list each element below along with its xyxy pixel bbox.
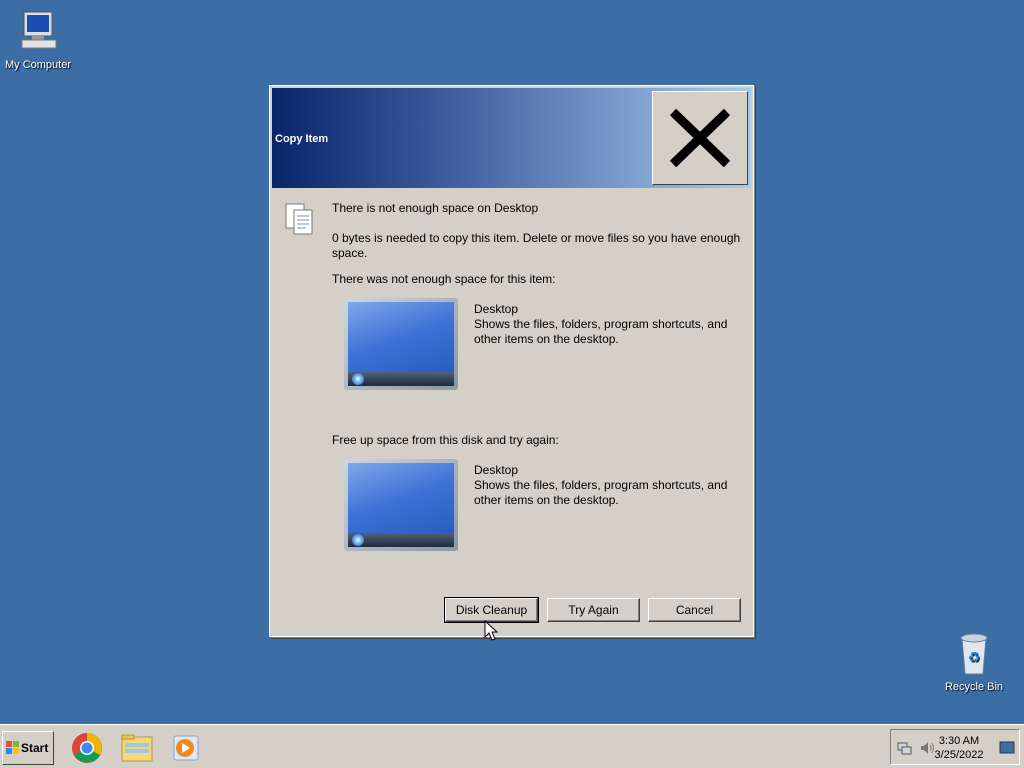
clock-date: 3/25/2022 — [934, 749, 984, 761]
try-again-button[interactable]: Try Again — [547, 598, 640, 622]
item2-name: Desktop — [474, 463, 519, 477]
taskbar: Start 3:30 AM 3/25/2022 — [0, 724, 1024, 768]
close-button[interactable] — [652, 91, 748, 185]
desktop-icon-recycle-bin[interactable]: ♻ Recycle Bin — [934, 630, 1014, 693]
headline-text: There is not enough space on Desktop — [332, 201, 539, 215]
copy-item-dialog: Copy Item There is not enough space on D… — [269, 85, 754, 637]
clock-time: 3:30 AM — [938, 735, 980, 747]
start-button[interactable]: Start — [2, 731, 54, 765]
start-label: Start — [21, 741, 49, 755]
item2-thumbnail — [344, 459, 458, 551]
recycle-bin-label: Recycle Bin — [944, 681, 1004, 693]
system-tray: 3:30 AM 3/25/2022 — [890, 729, 1020, 765]
network-icon[interactable] — [897, 740, 913, 756]
windows-logo-icon — [6, 741, 19, 754]
title-bar[interactable]: Copy Item — [272, 88, 751, 188]
cancel-button[interactable]: Cancel — [648, 598, 741, 622]
show-desktop-icon[interactable] — [999, 741, 1015, 755]
windows-orb-icon — [352, 373, 364, 385]
section2-label: Free up space from this disk and try aga… — [332, 433, 559, 447]
disk-cleanup-button[interactable]: Disk Cleanup — [444, 597, 539, 623]
item2-description: Shows the files, folders, program shortc… — [474, 478, 728, 507]
section1-label: There was not enough space for this item… — [332, 272, 556, 286]
desktop-icon-my-computer[interactable]: My Computer — [0, 8, 78, 71]
detail-text: 0 bytes is needed to copy this item. Del… — [332, 231, 741, 260]
copy-documents-icon — [285, 203, 313, 235]
file-explorer-icon[interactable] — [120, 731, 154, 765]
computer-icon — [21, 11, 57, 49]
windows-orb-icon — [352, 534, 364, 546]
recycle-bin-icon: ♻ — [960, 633, 988, 675]
close-icon — [669, 108, 731, 168]
media-player-icon[interactable] — [168, 731, 202, 765]
mouse-pointer-icon — [484, 620, 498, 641]
clock[interactable]: 3:30 AM 3/25/2022 — [929, 734, 989, 762]
item1-name: Desktop — [474, 302, 519, 316]
item1-description: Shows the files, folders, program shortc… — [474, 317, 728, 346]
my-computer-label: My Computer — [4, 59, 72, 71]
item1-thumbnail — [344, 298, 458, 390]
svg-text:♻: ♻ — [968, 650, 981, 666]
dialog-title: Copy Item — [275, 133, 329, 145]
chrome-icon[interactable] — [70, 731, 104, 765]
